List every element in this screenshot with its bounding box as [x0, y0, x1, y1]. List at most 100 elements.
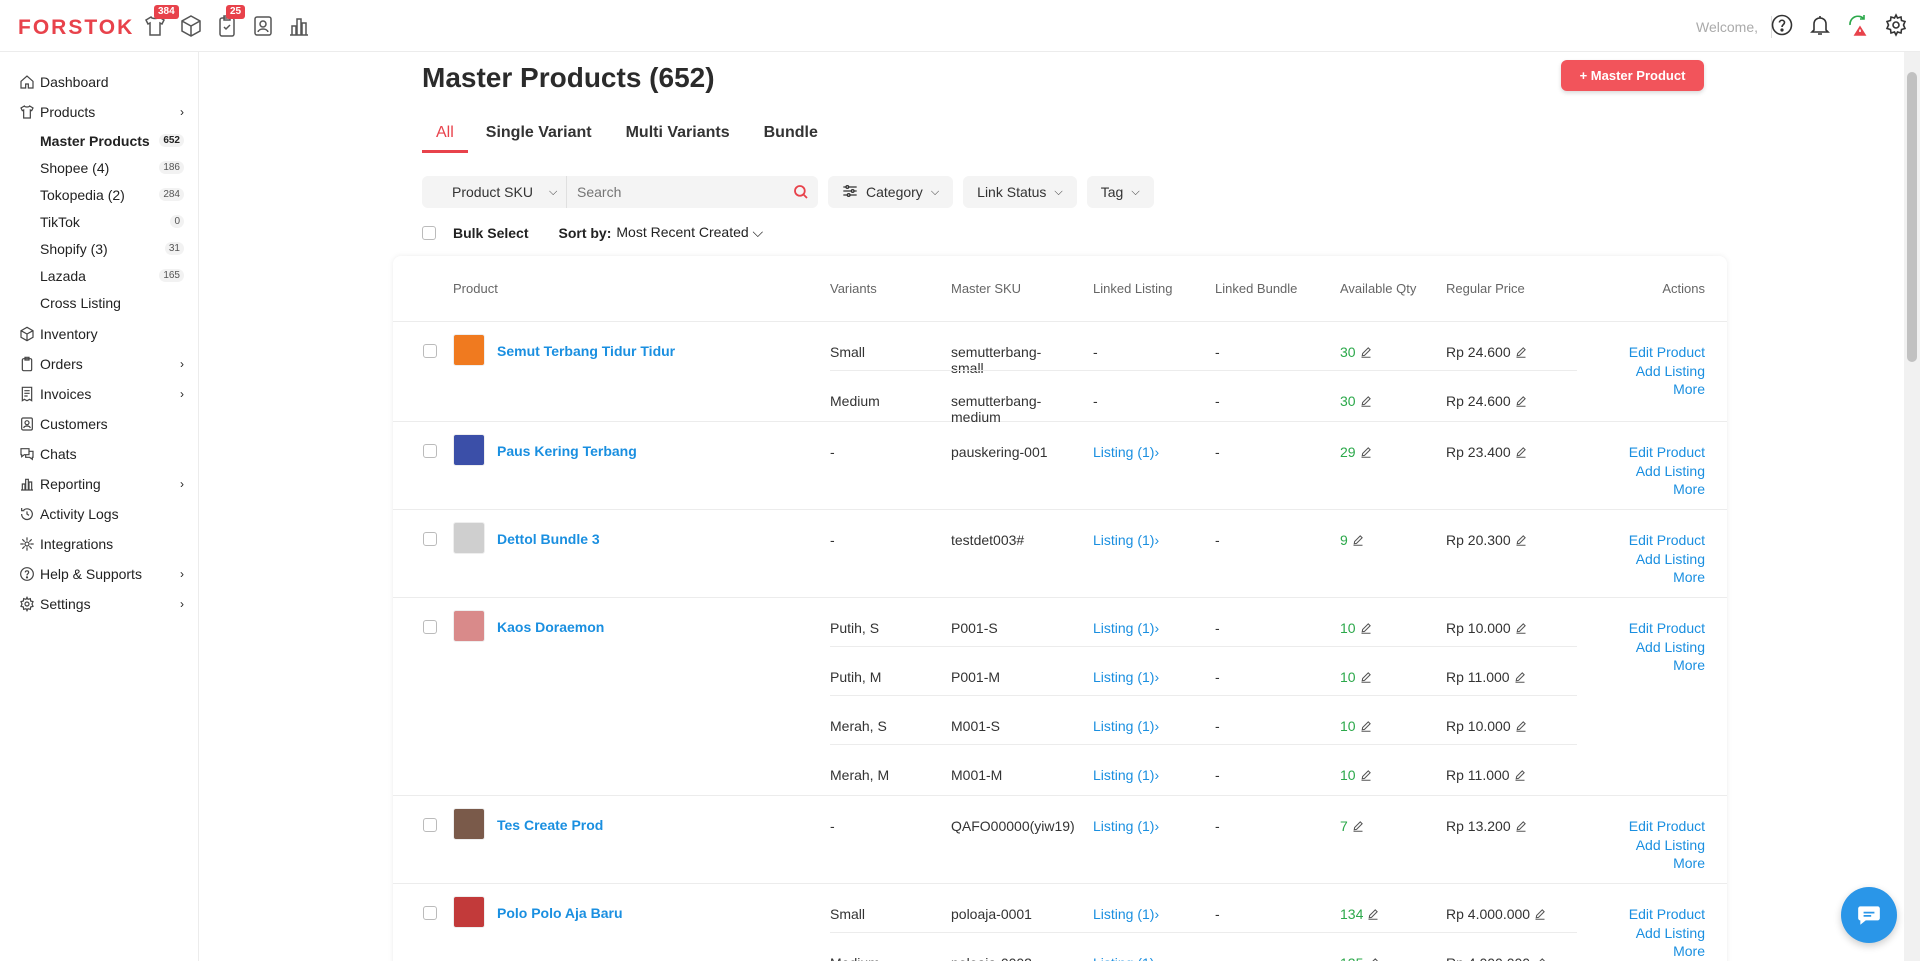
search-input[interactable] [567, 176, 784, 208]
edit-qty-pencil-icon[interactable] [1356, 620, 1372, 636]
more-link[interactable]: More [1629, 568, 1705, 587]
sidebar-item-reporting[interactable]: Reporting › [0, 469, 198, 499]
tag-filter[interactable]: Tag ⌵ [1086, 176, 1154, 208]
edit-price-pencil-icon[interactable] [1511, 344, 1527, 360]
sidebar-item-help-supports[interactable]: Help & Supports › [0, 559, 198, 589]
linked-listing-cell[interactable]: Listing (1)› [1093, 620, 1159, 636]
edit-price-pencil-icon[interactable] [1511, 532, 1527, 548]
more-link[interactable]: More [1629, 656, 1705, 675]
edit-product-link[interactable]: Edit Product [1629, 619, 1705, 638]
linked-listing-cell[interactable]: Listing (1)› [1093, 767, 1159, 783]
reporting-shortcut-icon[interactable] [286, 12, 312, 40]
more-link[interactable]: More [1629, 854, 1705, 873]
linked-listing-cell[interactable]: Listing (1)› [1093, 444, 1159, 460]
master-sku-cell: QAFO00000(yiw19) [951, 818, 1075, 834]
more-link[interactable]: More [1629, 480, 1705, 499]
sidebar-sub-master-products[interactable]: Master Products 652 [0, 127, 198, 154]
edit-price-pencil-icon[interactable] [1511, 393, 1527, 409]
search-field-select[interactable]: Product SKU ⌵ [422, 176, 567, 208]
sidebar-item-orders[interactable]: Orders › [0, 349, 198, 379]
edit-qty-pencil-icon[interactable] [1356, 393, 1372, 409]
help-icon[interactable] [1770, 13, 1796, 39]
more-link[interactable]: More [1629, 942, 1705, 961]
tab-multi-variants[interactable]: Multi Variants [610, 118, 746, 153]
orders-shortcut-icon[interactable]: 25 [214, 5, 246, 40]
forstok-logo[interactable]: FORSTOK [18, 16, 134, 40]
sidebar-item-invoices[interactable]: Invoices › [0, 379, 198, 409]
linked-listing-cell[interactable]: Listing (1)› [1093, 818, 1159, 834]
add-listing-link[interactable]: Add Listing [1629, 924, 1705, 943]
edit-price-pencil-icon[interactable] [1511, 620, 1527, 636]
edit-price-pencil-icon[interactable] [1511, 718, 1527, 734]
sidebar-item-inventory[interactable]: Inventory [0, 319, 198, 349]
products-shortcut-icon[interactable]: 384 [142, 5, 179, 40]
add-listing-link[interactable]: Add Listing [1629, 836, 1705, 855]
scroll-thumb[interactable] [1907, 72, 1917, 362]
linked-listing-cell[interactable]: Listing (1)› [1093, 669, 1159, 685]
sidebar-sub-shopee[interactable]: Shopee (4) 186 [0, 154, 198, 181]
sidebar-item-customers[interactable]: Customers [0, 409, 198, 439]
sidebar-sub-shopify[interactable]: Shopify (3) 31 [0, 235, 198, 262]
add-listing-link[interactable]: Add Listing [1629, 638, 1705, 657]
support-chat-button[interactable] [1841, 887, 1897, 943]
inventory-shortcut-icon[interactable] [178, 12, 204, 40]
edit-price-pencil-icon[interactable] [1510, 767, 1526, 783]
add-listing-link[interactable]: Add Listing [1629, 462, 1705, 481]
sidebar-sub-tiktok[interactable]: TikTok 0 [0, 208, 198, 235]
linked-listing-cell[interactable]: Listing (1)› [1093, 906, 1159, 922]
edit-qty-pencil-icon[interactable] [1348, 818, 1364, 834]
edit-price-pencil-icon[interactable] [1530, 906, 1546, 922]
edit-price-pencil-icon[interactable] [1530, 955, 1546, 961]
variant-cell: Merah, M [830, 767, 889, 783]
linked-bundle-cell-text: - [1215, 767, 1220, 783]
edit-qty-pencil-icon[interactable] [1356, 444, 1372, 460]
edit-qty-pencil-icon[interactable] [1363, 955, 1379, 961]
sidebar-sub-lazada[interactable]: Lazada 165 [0, 262, 198, 289]
add-listing-link[interactable]: Add Listing [1629, 550, 1705, 569]
more-link[interactable]: More [1629, 380, 1705, 399]
edit-qty-pencil-icon[interactable] [1356, 718, 1372, 734]
settings-gear-icon[interactable] [1884, 13, 1910, 39]
edit-product-link[interactable]: Edit Product [1629, 817, 1705, 836]
sidebar-item-integrations[interactable]: Integrations [0, 529, 198, 559]
edit-qty-pencil-icon[interactable] [1356, 767, 1372, 783]
customers-shortcut-icon[interactable] [250, 12, 276, 40]
sidebar-item-activity-logs[interactable]: Activity Logs [0, 499, 198, 529]
sidebar-item-settings[interactable]: Settings › [0, 589, 198, 619]
search-icon[interactable] [784, 183, 818, 201]
edit-product-link[interactable]: Edit Product [1629, 443, 1705, 462]
edit-price-pencil-icon[interactable] [1511, 444, 1527, 460]
sync-status-alert-icon[interactable] [1846, 13, 1872, 39]
linked-listing-cell[interactable]: Listing (1)› [1093, 532, 1159, 548]
sidebar-item-products[interactable]: Products › [0, 97, 198, 127]
tab-all[interactable]: All [422, 118, 468, 153]
notification-bell-icon[interactable] [1808, 13, 1834, 39]
linked-listing-cell[interactable]: Listing (1)› [1093, 718, 1159, 734]
edit-qty-pencil-icon[interactable] [1356, 669, 1372, 685]
edit-product-link[interactable]: Edit Product [1629, 343, 1705, 362]
edit-product-link[interactable]: Edit Product [1629, 905, 1705, 924]
add-listing-link[interactable]: Add Listing [1629, 362, 1705, 381]
linked-listing-cell[interactable]: Listing (1)› [1093, 955, 1159, 961]
link-status-filter[interactable]: Link Status ⌵ [963, 176, 1077, 208]
category-filter[interactable]: Category ⌵ [828, 176, 954, 208]
edit-product-link[interactable]: Edit Product [1629, 531, 1705, 550]
sidebar-item-chats[interactable]: Chats [0, 439, 198, 469]
linked-listing-cell-text: Listing (1)› [1093, 532, 1160, 548]
variant-cell: Putih, M [830, 669, 881, 685]
edit-price-pencil-icon[interactable] [1511, 818, 1527, 834]
edit-qty-pencil-icon[interactable] [1356, 344, 1372, 360]
sidebar-sub-cross-listing[interactable]: Cross Listing [0, 289, 198, 316]
page-scrollbar[interactable] [1904, 52, 1920, 961]
master-sku-cell: M001-S [951, 718, 1061, 734]
edit-price-pencil-icon[interactable] [1510, 669, 1526, 685]
edit-qty-pencil-icon[interactable] [1363, 906, 1379, 922]
tab-single-variant[interactable]: Single Variant [470, 118, 608, 153]
sidebar-sub-tokopedia[interactable]: Tokopedia (2) 284 [0, 181, 198, 208]
add-master-product-button[interactable]: + Master Product [1561, 60, 1704, 91]
sidebar-item-dashboard[interactable]: Dashboard [0, 67, 198, 97]
edit-qty-pencil-icon[interactable] [1348, 532, 1364, 548]
bulk-select-checkbox[interactable] [422, 225, 436, 240]
tab-bundle[interactable]: Bundle [748, 118, 834, 153]
sort-dropdown[interactable]: Most Recent Created ⌵ [616, 224, 763, 241]
